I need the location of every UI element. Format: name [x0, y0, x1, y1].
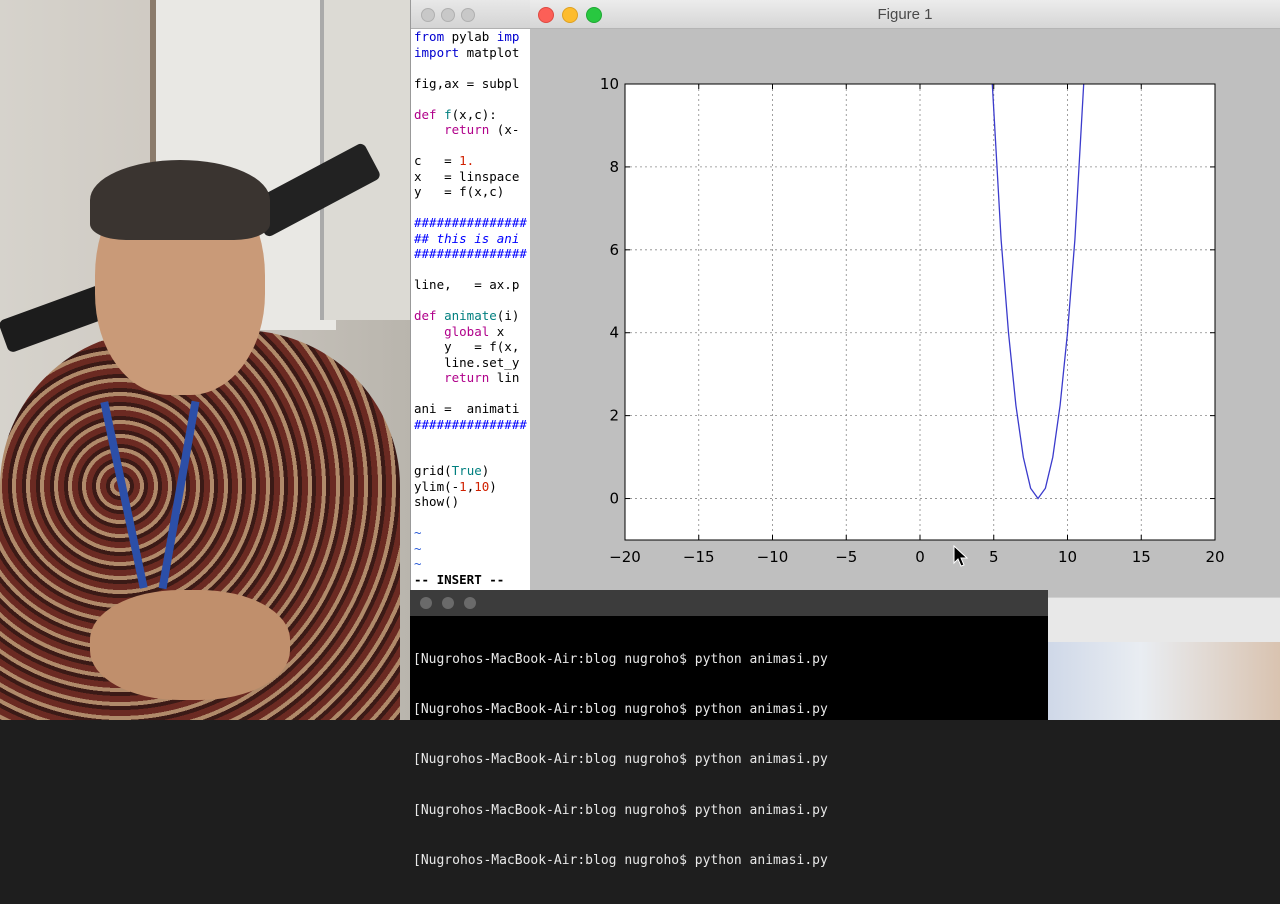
maximize-button[interactable] [464, 597, 476, 609]
terminal-line: [Nugrohos-MacBook-Air:blog nugroho$ pyth… [413, 701, 828, 717]
line-chart[interactable]: −20 −15 −10 −5 0 5 10 15 20 0 2 4 6 8 10 [530, 29, 1280, 597]
x-tick-label: −10 [757, 548, 789, 566]
terminal-line: [Nugrohos-MacBook-Air:blog nugroho$ pyth… [413, 853, 828, 869]
background-photo-corner [1048, 642, 1280, 720]
minimize-button[interactable] [442, 597, 454, 609]
x-tick-label: 15 [1132, 548, 1151, 566]
figure-titlebar[interactable]: Figure 1 [530, 0, 1280, 29]
presenter-hands [90, 590, 290, 700]
y-tick-label: 10 [600, 75, 619, 93]
maximize-button[interactable] [461, 8, 475, 22]
y-tick-label: 0 [609, 490, 619, 508]
terminal-titlebar[interactable] [410, 590, 1048, 616]
presenter-hair [90, 160, 270, 240]
terminal-line: [Nugrohos-MacBook-Air:blog nugroho$ pyth… [413, 651, 828, 667]
window-title: Figure 1 [877, 6, 933, 23]
y-tick-label: 6 [609, 241, 619, 259]
terminal-line: [Nugrohos-MacBook-Air:blog nugroho$ pyth… [413, 802, 828, 818]
x-tick-label: 0 [915, 548, 925, 566]
terminal-output[interactable]: [Nugrohos-MacBook-Air:blog nugroho$ pyth… [413, 618, 828, 904]
y-tick-label: 8 [609, 158, 619, 176]
x-tick-label: 10 [1058, 548, 1077, 566]
x-tick-label: 20 [1205, 548, 1224, 566]
x-tick-label: −20 [609, 548, 641, 566]
plot-area [625, 84, 1215, 540]
close-button[interactable] [421, 8, 435, 22]
y-tick-label: 4 [609, 324, 619, 342]
figure-canvas[interactable]: −20 −15 −10 −5 0 5 10 15 20 0 2 4 6 8 10 [530, 29, 1280, 597]
presenter-photo [0, 0, 410, 720]
terminal-window[interactable]: [Nugrohos-MacBook-Air:blog nugroho$ pyth… [410, 590, 1048, 868]
close-button[interactable] [420, 597, 432, 609]
y-tick-label: 2 [609, 407, 619, 425]
x-tick-label: 5 [989, 548, 999, 566]
editor-titlebar[interactable] [411, 0, 531, 29]
vim-editor-window[interactable]: from pylab imp import matplot fig,ax = s… [410, 0, 531, 590]
vim-mode-indicator: -- INSERT -- [414, 571, 505, 587]
x-tick-label: −5 [835, 548, 857, 566]
minimize-button[interactable] [441, 8, 455, 22]
matplotlib-figure-window[interactable]: Figure 1 −20 −15 −10 −5 0 5 10 15 20 0 2 4 6 8 10 [530, 0, 1280, 643]
code-area[interactable]: from pylab imp import matplot fig,ax = s… [411, 29, 531, 589]
x-tick-label: −15 [683, 548, 715, 566]
terminal-line: [Nugrohos-MacBook-Air:blog nugroho$ pyth… [413, 752, 828, 768]
mouse-pointer-icon [953, 545, 969, 567]
